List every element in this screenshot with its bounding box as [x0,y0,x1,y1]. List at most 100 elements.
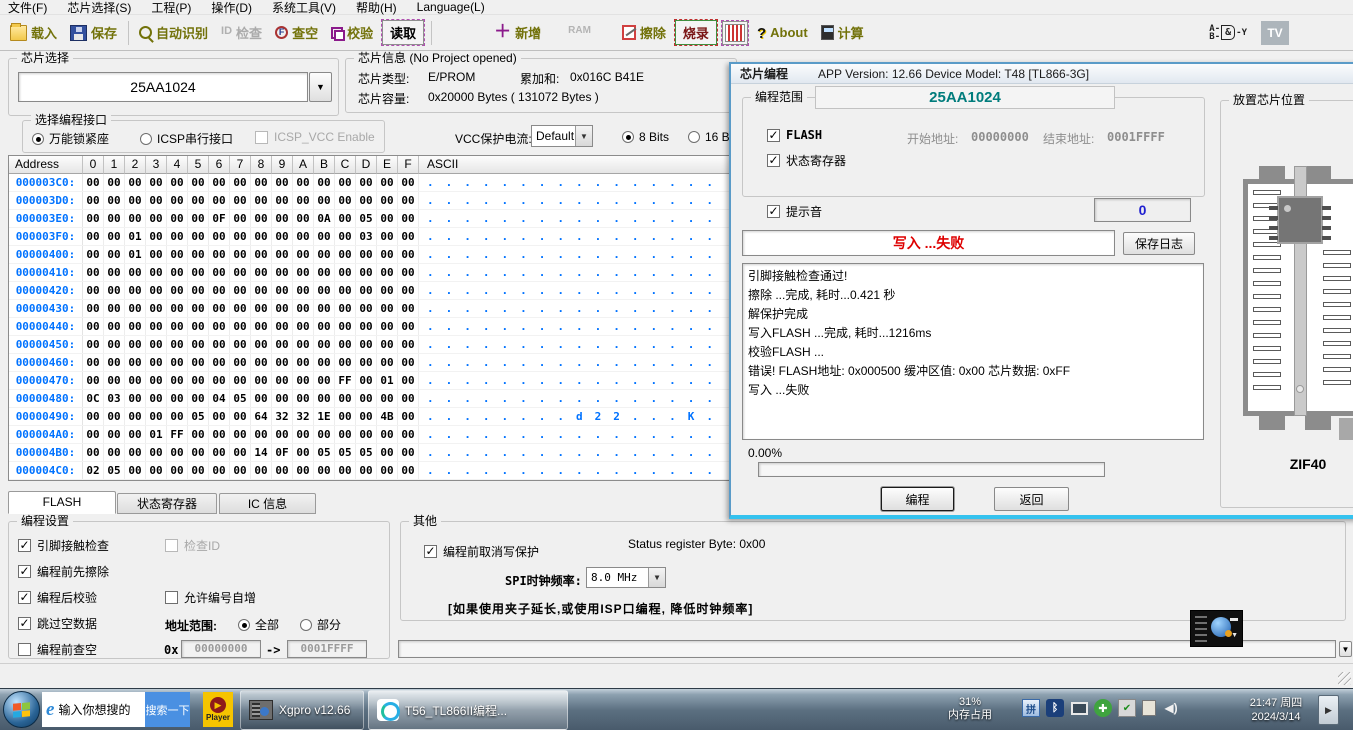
hex-byte-cell[interactable]: 1E [314,408,335,425]
hex-byte-cell[interactable]: 00 [167,444,188,461]
hex-byte-cell[interactable]: 00 [83,336,104,353]
pin-map-button[interactable] [722,21,748,45]
tv-button[interactable]: TV [1261,21,1289,45]
hex-byte-cell[interactable]: 00 [146,210,167,227]
hex-byte-cell[interactable]: 00 [209,372,230,389]
hex-byte-cell[interactable]: 00 [83,174,104,191]
hex-byte-cell[interactable]: 00 [251,264,272,281]
hex-byte-cell[interactable]: 00 [293,390,314,407]
hex-byte-cell[interactable]: 00 [377,354,398,371]
hex-byte-cell[interactable]: 00 [104,282,125,299]
hex-byte-cell[interactable]: 00 [146,462,167,479]
hex-byte-cell[interactable]: 01 [125,228,146,245]
hex-byte-cell[interactable]: 00 [230,228,251,245]
add-button[interactable]: ＋新增 [490,20,545,45]
hex-byte-cell[interactable]: 00 [167,336,188,353]
hex-byte-cell[interactable]: 00 [104,426,125,443]
hex-byte-cell[interactable]: 00 [398,426,419,443]
menu-item-2[interactable]: 工程(P) [151,0,191,16]
hex-byte-cell[interactable]: 00 [356,408,377,425]
hex-byte-cell[interactable]: 00 [356,300,377,317]
logic-gate-icon[interactable]: A-B- & -Y [1209,25,1247,41]
hex-byte-cell[interactable]: 00 [125,408,146,425]
hex-byte-cell[interactable]: 00 [293,192,314,209]
hex-byte-cell[interactable]: 00 [377,210,398,227]
menu-item-5[interactable]: 帮助(H) [356,0,397,16]
hex-byte-cell[interactable]: 00 [398,228,419,245]
player-icon[interactable]: ▶ Player [203,692,233,727]
hex-byte-cell[interactable]: 00 [335,282,356,299]
network-tray-icon[interactable] [1070,699,1088,717]
radio-icsp[interactable]: ICSP串行接口 [140,130,233,147]
hex-byte-cell[interactable]: 32 [272,408,293,425]
verify-after-checkbox[interactable]: 编程后校验 [18,589,97,606]
hex-byte-cell[interactable]: 00 [251,246,272,263]
hex-byte-cell[interactable]: 00 [146,408,167,425]
hex-byte-cell[interactable]: 00 [335,390,356,407]
hex-byte-cell[interactable]: 00 [146,174,167,191]
safety-tray-icon[interactable]: ✚ [1094,699,1112,717]
hex-byte-cell[interactable]: 00 [293,462,314,479]
hex-byte-cell[interactable]: 64 [251,408,272,425]
hex-byte-cell[interactable]: 05 [104,462,125,479]
hex-byte-cell[interactable]: 00 [314,282,335,299]
hex-byte-cell[interactable]: 00 [314,174,335,191]
hex-byte-cell[interactable]: 00 [293,318,314,335]
hex-byte-cell[interactable]: 00 [167,354,188,371]
radio-range-all[interactable]: 全部 [238,616,279,633]
hex-byte-cell[interactable]: 00 [83,444,104,461]
hex-byte-cell[interactable]: 00 [293,354,314,371]
hex-byte-cell[interactable]: 00 [272,228,293,245]
auto-detect-button[interactable]: 自动识别 [135,20,212,45]
hex-byte-cell[interactable]: 00 [209,300,230,317]
hex-byte-cell[interactable]: 00 [272,282,293,299]
hex-byte-cell[interactable]: 00 [83,192,104,209]
hex-byte-cell[interactable]: 00 [125,336,146,353]
hex-byte-cell[interactable]: 00 [377,228,398,245]
hex-byte-cell[interactable]: 00 [272,174,293,191]
hex-byte-cell[interactable]: 00 [104,336,125,353]
read-button[interactable]: 读取 [382,20,424,45]
hex-byte-cell[interactable]: 00 [251,390,272,407]
hex-byte-cell[interactable]: 00 [251,228,272,245]
hex-byte-cell[interactable]: 00 [251,300,272,317]
flash-checkbox[interactable]: FLASH [767,128,822,142]
hex-byte-cell[interactable]: 00 [104,174,125,191]
hex-byte-cell[interactable]: 00 [314,300,335,317]
hex-byte-cell[interactable]: 00 [377,462,398,479]
hex-byte-cell[interactable]: 00 [188,390,209,407]
hex-byte-cell[interactable]: 00 [377,300,398,317]
hex-byte-cell[interactable]: 00 [104,210,125,227]
hex-byte-cell[interactable]: 00 [314,462,335,479]
hex-byte-cell[interactable]: 00 [377,246,398,263]
dialog-title-bar[interactable]: 芯片编程 APP Version: 12.66 Device Model: T4… [731,64,1353,84]
hex-byte-cell[interactable]: 00 [125,372,146,389]
range-from-input[interactable]: 00000000 [181,640,261,658]
radio-16bits[interactable]: 16 B [688,130,730,144]
hex-byte-cell[interactable]: 00 [188,264,209,281]
save-button[interactable]: 保存 [66,20,121,45]
hex-byte-cell[interactable]: 00 [167,408,188,425]
hex-byte-cell[interactable]: 00 [335,336,356,353]
menu-item-3[interactable]: 操作(D) [211,0,252,16]
hex-byte-cell[interactable]: 00 [356,264,377,281]
hex-byte-cell[interactable]: 00 [146,318,167,335]
hex-byte-cell[interactable]: 00 [314,390,335,407]
tab-ic-info[interactable]: IC 信息 [219,493,316,514]
device-mini-panel[interactable]: ▼ [1190,610,1243,647]
hex-byte-cell[interactable]: 05 [230,390,251,407]
hex-byte-cell[interactable]: 00 [251,354,272,371]
hex-byte-cell[interactable]: 00 [230,192,251,209]
menu-item-1[interactable]: 芯片选择(S) [67,0,131,16]
hex-byte-cell[interactable]: 00 [335,246,356,263]
bluetooth-tray-icon[interactable]: ᛒ [1046,699,1064,717]
load-button[interactable]: 载入 [6,20,61,45]
hex-byte-cell[interactable]: 00 [272,462,293,479]
erase-before-checkbox[interactable]: 编程前先擦除 [18,563,109,580]
hex-byte-cell[interactable]: 00 [377,426,398,443]
hex-byte-cell[interactable]: 00 [230,408,251,425]
hex-byte-cell[interactable]: 00 [230,174,251,191]
hex-byte-cell[interactable]: 00 [209,318,230,335]
chip-name-field[interactable]: 25AA1024 [18,72,308,102]
hex-byte-cell[interactable]: 00 [146,282,167,299]
